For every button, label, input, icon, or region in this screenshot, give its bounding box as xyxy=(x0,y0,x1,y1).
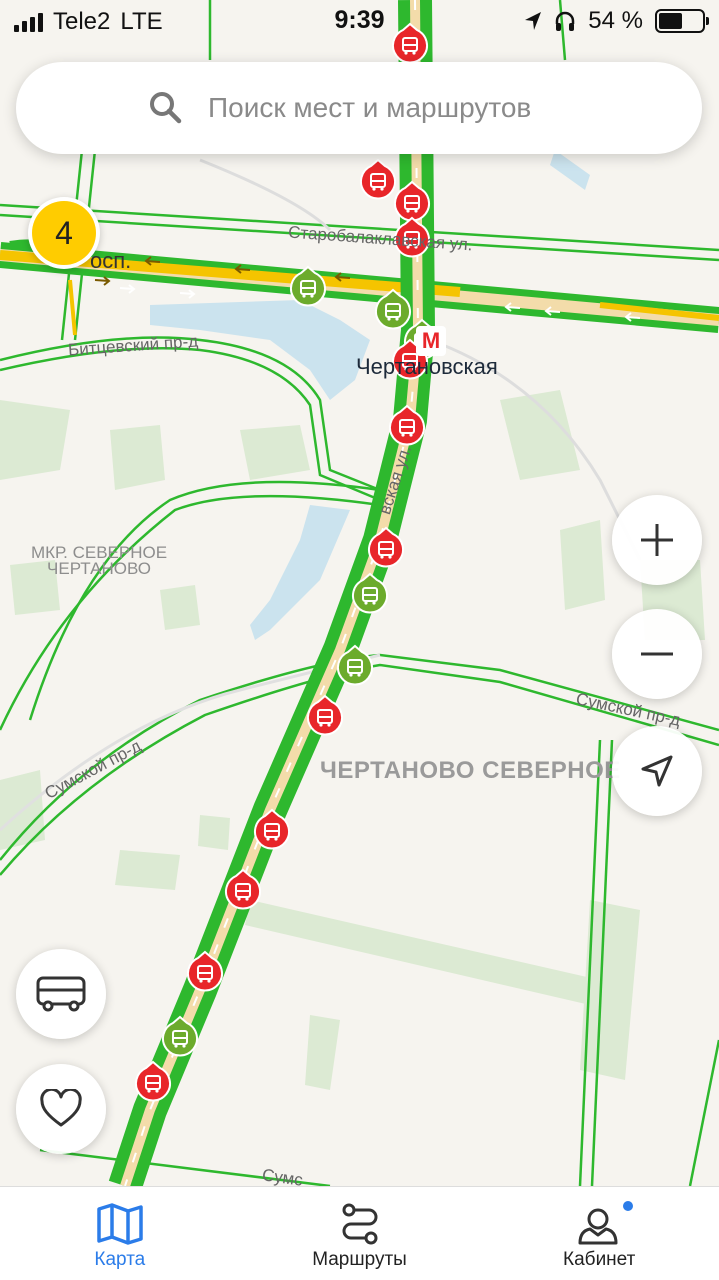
search-placeholder[interactable]: Поиск мест и маршрутов xyxy=(208,92,531,124)
metro-station-label: Чертановская xyxy=(356,354,498,379)
street-label: осп. xyxy=(90,248,132,273)
battery-percent: 54 % xyxy=(588,7,643,34)
tab-map[interactable]: Карта xyxy=(0,1187,240,1280)
bus-stop-marker[interactable] xyxy=(387,404,427,448)
tab-label: Карта xyxy=(94,1249,146,1270)
microdistrict-label: МКР. СЕВЕРНОЕ ЧЕРТАНОВО xyxy=(30,543,168,578)
my-location-button[interactable] xyxy=(612,726,702,816)
district-label: ЧЕРТАНОВО СЕВЕРНОЕ xyxy=(320,757,621,784)
tab-profile[interactable]: Кабинет xyxy=(479,1187,719,1280)
map-view[interactable]: Старобалаклавская ул. Битцевский пр-д Су… xyxy=(0,0,719,1186)
bus-icon xyxy=(36,976,86,1012)
plus-icon xyxy=(641,524,673,556)
bus-stop-marker[interactable] xyxy=(185,950,225,994)
bus-stop-marker[interactable] xyxy=(288,265,328,309)
minus-icon xyxy=(641,652,673,656)
zoom-in-button[interactable] xyxy=(612,495,702,585)
search-icon xyxy=(148,90,184,126)
traffic-level: 4 xyxy=(32,201,96,265)
metro-icon[interactable]: М xyxy=(416,326,446,356)
bus-stop-marker[interactable] xyxy=(223,868,263,912)
tab-label: Кабинет xyxy=(563,1249,636,1270)
favorites-button[interactable] xyxy=(16,1064,106,1154)
tab-bar: Карта Маршруты Кабинет xyxy=(0,1186,719,1280)
battery-fill xyxy=(659,13,682,29)
profile-icon xyxy=(578,1208,618,1245)
notification-dot xyxy=(621,1199,636,1213)
map-icon xyxy=(97,1203,143,1245)
bus-stop-marker[interactable] xyxy=(350,572,390,616)
heart-icon xyxy=(40,1089,82,1127)
headphones-icon xyxy=(556,11,575,31)
traffic-level-button[interactable]: 4 xyxy=(28,197,100,269)
bus-stop-marker[interactable] xyxy=(160,1015,200,1059)
tab-label: Маршруты xyxy=(312,1249,407,1270)
bus-stop-marker[interactable] xyxy=(252,808,292,852)
bus-stop-marker[interactable] xyxy=(335,644,375,688)
transport-button[interactable] xyxy=(16,949,106,1039)
status-bar: Tele2 LTE 9:39 54 % xyxy=(0,0,719,40)
bus-stop-marker[interactable] xyxy=(305,694,345,738)
search-bar[interactable]: Поиск мест и маршрутов xyxy=(16,62,702,154)
bus-stop-marker[interactable] xyxy=(133,1060,173,1104)
tab-routes[interactable]: Маршруты xyxy=(240,1187,480,1280)
bus-stop-marker[interactable] xyxy=(366,526,406,570)
battery-icon xyxy=(655,9,709,33)
zoom-out-button[interactable] xyxy=(612,609,702,699)
route-icon xyxy=(342,1203,377,1245)
location-arrow-icon xyxy=(641,755,673,787)
location-services-icon xyxy=(525,12,542,30)
